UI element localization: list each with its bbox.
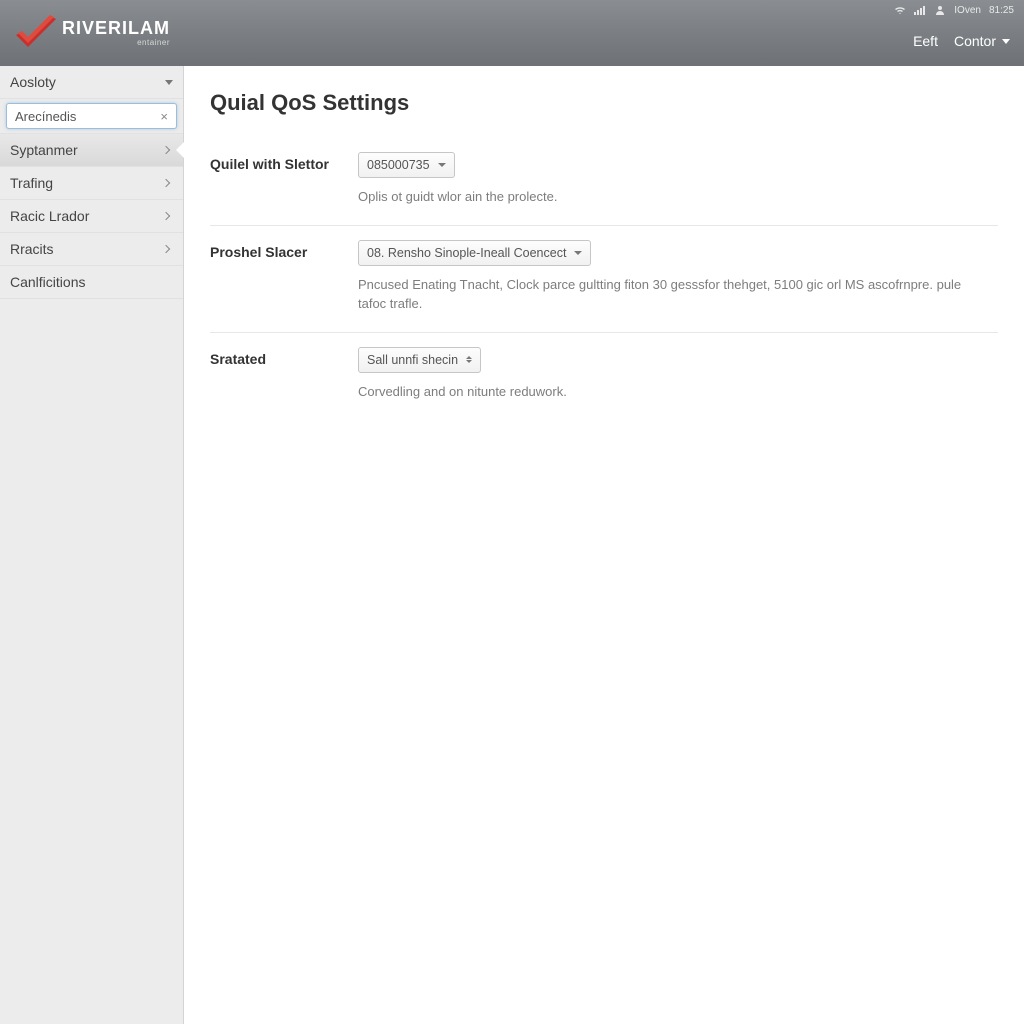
field-help: Pncused Enating Tnacht, Clock parce gult…	[358, 276, 978, 314]
select-value: 08. Rensho Sinople-Ineall Coencect	[367, 246, 566, 260]
edit-button[interactable]: Eeft	[913, 33, 938, 49]
brand-subtitle: entainer	[62, 39, 170, 47]
sidebar-item-label: Canlficitions	[10, 274, 85, 290]
sidebar-item-syptanmer[interactable]: Syptanmer	[0, 134, 183, 167]
user-icon	[934, 4, 946, 16]
control-label: Contor	[954, 33, 996, 49]
status-bar: IOven 81:25	[894, 4, 1014, 16]
control-menu[interactable]: Contor	[954, 33, 1010, 49]
field-label: Sratated	[210, 347, 358, 367]
quilel-select[interactable]: 085000735	[358, 152, 455, 178]
app-header: IOven 81:25 RIVERILAM entainer Eeft Cont…	[0, 0, 1024, 66]
field-body: 08. Rensho Sinople-Ineall Coencect Pncus…	[358, 240, 998, 314]
clear-icon[interactable]: ×	[158, 109, 170, 124]
brand-name: RIVERILAM	[62, 19, 170, 37]
chevron-down-icon	[1002, 39, 1010, 44]
wifi-icon	[894, 4, 906, 16]
field-label: Proshel Slacer	[210, 240, 358, 260]
sidebar-search-box[interactable]: ×	[6, 103, 177, 129]
chevron-right-icon	[162, 245, 170, 253]
sidebar-item-canlficitions[interactable]: Canlficitions	[0, 266, 183, 299]
signal-icon	[914, 4, 926, 16]
sidebar-item-label: Trafing	[10, 175, 53, 191]
proshel-select[interactable]: 08. Rensho Sinople-Ineall Coencect	[358, 240, 591, 266]
brand-logo[interactable]: RIVERILAM entainer	[12, 13, 170, 53]
search-input[interactable]	[15, 109, 158, 124]
sidebar-item-label: Syptanmer	[10, 142, 78, 158]
brand-text: RIVERILAM entainer	[62, 19, 170, 47]
select-value: Sall unnfi shecin	[367, 353, 458, 367]
caret-down-icon	[438, 163, 446, 167]
select-value: 085000735	[367, 158, 430, 172]
sidebar-item-trafing[interactable]: Trafing	[0, 167, 183, 200]
logo-checkmark-icon	[12, 13, 60, 53]
sidebar-item-label: Racic Lrador	[10, 208, 89, 224]
form-row-proshel: Proshel Slacer 08. Rensho Sinople-Ineall…	[210, 226, 998, 333]
chevron-right-icon	[162, 146, 170, 154]
caret-down-icon	[165, 80, 173, 85]
main-content: Quial QoS Settings Quilel with Slettor 0…	[184, 66, 1024, 1024]
sidebar-search-wrap: ×	[0, 99, 183, 134]
sidebar: Aosloty × Syptanmer Trafing Racic Lrador…	[0, 66, 184, 1024]
chevron-right-icon	[162, 212, 170, 220]
sidebar-item-racic[interactable]: Racic Lrador	[0, 200, 183, 233]
form-row-quilel: Quilel with Slettor 085000735 Oplis ot g…	[210, 138, 998, 226]
page-title: Quial QoS Settings	[210, 90, 998, 116]
field-help: Corvedling and on nitunte reduwork.	[358, 383, 978, 402]
sratated-select[interactable]: Sall unnfi shecin	[358, 347, 481, 373]
layout: Aosloty × Syptanmer Trafing Racic Lrador…	[0, 66, 1024, 1024]
field-body: 085000735 Oplis ot guidt wlor ain the pr…	[358, 152, 998, 207]
sidebar-item-label: Rracits	[10, 241, 54, 257]
sidebar-top-label: Aosloty	[10, 74, 56, 90]
edit-label: Eeft	[913, 33, 938, 49]
field-help: Oplis ot guidt wlor ain the prolecte.	[358, 188, 978, 207]
sort-icon	[466, 356, 472, 363]
caret-down-icon	[574, 251, 582, 255]
field-body: Sall unnfi shecin Corvedling and on nitu…	[358, 347, 998, 402]
chevron-right-icon	[162, 179, 170, 187]
field-label: Quilel with Slettor	[210, 152, 358, 172]
sidebar-item-rracits[interactable]: Rracits	[0, 233, 183, 266]
status-user-label: IOven	[954, 5, 981, 16]
status-time: 81:25	[989, 5, 1014, 16]
header-actions: Eeft Contor	[913, 33, 1010, 49]
form-row-sratated: Sratated Sall unnfi shecin Corvedling an…	[210, 333, 998, 420]
sidebar-top-item[interactable]: Aosloty	[0, 66, 183, 99]
